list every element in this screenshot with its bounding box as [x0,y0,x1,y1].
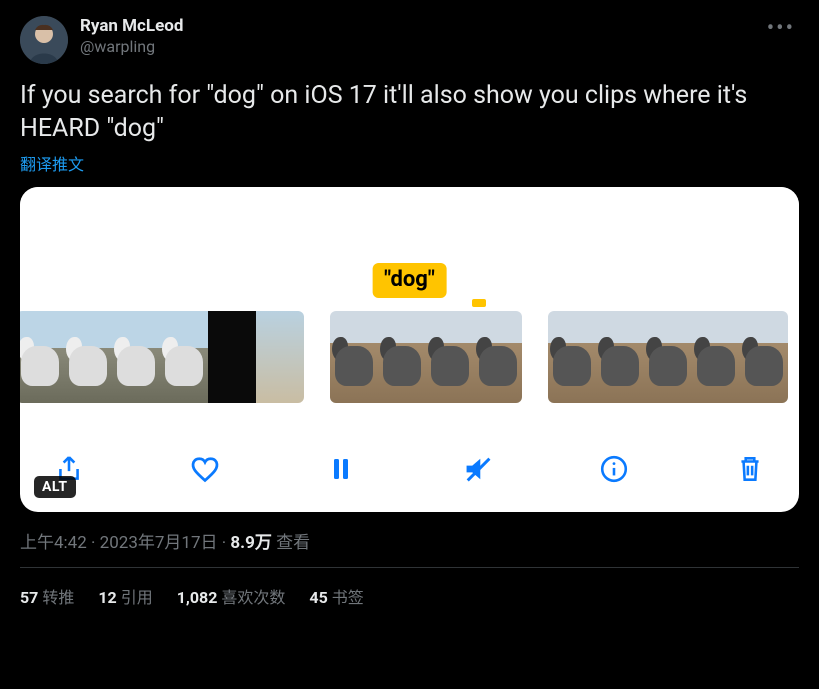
display-name[interactable]: Ryan McLeod [80,16,751,37]
meta-time[interactable]: 上午4:42 [20,533,87,553]
mute-icon[interactable] [461,452,495,486]
heart-icon[interactable] [188,452,222,486]
stat-likes[interactable]: 1,082喜欢次数 [177,584,286,608]
meta-date[interactable]: 2023年7月17日 [100,533,218,553]
alt-badge[interactable]: ALT [34,476,76,498]
stat-bookmarks[interactable]: 45书签 [309,584,363,608]
trash-icon[interactable] [733,452,767,486]
search-tag-tick [472,299,486,307]
info-icon[interactable] [597,452,631,486]
pause-icon[interactable] [324,452,358,486]
media-card[interactable]: "dog" [20,187,799,512]
user-handle[interactable]: @warpling [80,37,751,57]
stat-quotes[interactable]: 12引用 [98,584,152,608]
more-icon[interactable]: ••• [763,16,799,41]
search-tag-badge: "dog" [372,263,447,298]
views-count: 8.9万 [230,533,271,553]
tweet-stats: 57转推 12引用 1,082喜欢次数 45书签 [20,568,799,624]
media-toolbar [20,432,799,512]
tweet-header: Ryan McLeod @warpling ••• [20,16,799,64]
clip-group-3 [548,311,788,403]
media-preview: "dog" [20,187,799,432]
user-block: Ryan McLeod @warpling [80,16,751,57]
translate-link[interactable]: 翻译推文 [20,151,799,175]
views-label: 查看 [272,533,310,553]
tweet-meta: 上午4:42 · 2023年7月17日 · 8.9万 查看 [20,528,799,568]
tweet-container: Ryan McLeod @warpling ••• If you search … [0,0,819,624]
tweet-text: If you search for "dog" on iOS 17 it'll … [20,80,799,145]
stat-retweets[interactable]: 57转推 [20,584,74,608]
clip-group-1 [20,311,304,403]
avatar[interactable] [20,16,68,64]
clip-group-2 [330,311,522,403]
video-scrubber[interactable] [20,311,799,403]
